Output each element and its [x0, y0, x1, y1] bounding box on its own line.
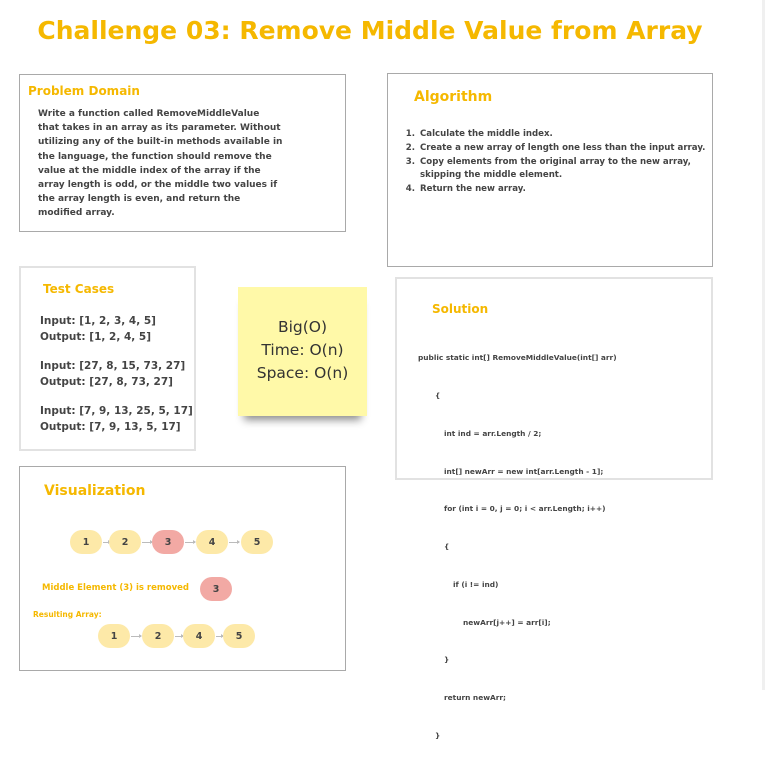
arrow-connector — [229, 540, 240, 544]
algorithm-steps: Calculate the middle index. Create a new… — [406, 128, 718, 197]
code-line: } — [444, 655, 450, 665]
algorithm-step: Copy elements from the original array to… — [418, 156, 718, 184]
array-node: 5 — [241, 530, 273, 554]
solution-heading: Solution — [432, 302, 489, 316]
algorithm-step: Return the new array. — [418, 183, 718, 197]
removed-node: 3 — [200, 577, 232, 601]
array-node: 4 — [196, 530, 228, 554]
algorithm-card: Algorithm Calculate the middle index. Cr… — [387, 73, 713, 267]
visualization-card: Visualization 1 2 3 4 5 Middle Element (… — [19, 466, 346, 671]
problem-line: modified array. — [38, 208, 115, 219]
problem-line: the language, the function should remove… — [38, 151, 272, 162]
code-line: for (int i = 0, j = 0; i < arr.Length; i… — [444, 504, 606, 514]
result-node: 1 — [98, 624, 130, 648]
code-line: { — [444, 542, 450, 552]
visualization-heading: Visualization — [44, 483, 146, 499]
arrow-connector — [131, 634, 142, 638]
test-input: Input: [1, 2, 3, 4, 5] — [40, 315, 156, 327]
problem-line: array length is odd, or the middle two v… — [38, 180, 278, 191]
algorithm-step: Calculate the middle index. — [418, 128, 718, 142]
arrow-connector — [216, 634, 224, 638]
array-node: 2 — [109, 530, 141, 554]
arrow-connector — [142, 540, 153, 544]
test-input: Input: [7, 9, 13, 25, 5, 17] — [40, 405, 193, 417]
code-line: public static int[] RemoveMiddleValue(in… — [418, 353, 617, 363]
arrow-connector — [175, 634, 184, 638]
result-node: 2 — [142, 624, 174, 648]
code-line: int ind = arr.Length / 2; — [444, 428, 542, 438]
solution-card: Solution public static int[] RemoveMiddl… — [395, 277, 713, 740]
arrow-connector — [185, 540, 196, 544]
solution-code: public static int[] RemoveMiddleValue(in… — [418, 327, 617, 768]
test-output: Output: [7, 9, 13, 5, 17] — [40, 420, 181, 433]
problem-domain-heading: Problem Domain — [28, 84, 140, 98]
complexity-sticky-note: Big(O) Time: O(n) Space: O(n) — [238, 287, 367, 416]
problem-line: utilizing any of the built-in methods av… — [38, 137, 283, 148]
problem-line: value at the middle index of the array i… — [38, 165, 261, 176]
big-o-title: Big(O) — [277, 318, 328, 336]
code-line: newArr[j++] = arr[i]; — [463, 617, 551, 627]
result-node: 4 — [183, 624, 215, 648]
code-line: } — [435, 731, 441, 740]
test-cases-card: Test Cases Input: [1, 2, 3, 4, 5] Output… — [19, 266, 196, 451]
array-node-middle: 3 — [152, 530, 184, 554]
test-input: Input: [27, 8, 15, 73, 27] — [40, 360, 186, 372]
time-complexity: Time: O(n) — [261, 341, 344, 359]
problem-domain-card: Problem Domain Write a function called R… — [19, 74, 346, 232]
test-cases-heading: Test Cases — [43, 282, 115, 296]
result-label: Resulting Array: — [33, 610, 102, 619]
test-output: Output: [1, 2, 4, 5] — [40, 330, 152, 343]
test-case: Input: [1, 2, 3, 4, 5] Output: [1, 2, 4,… — [40, 314, 156, 345]
page-title: Challenge 03: Remove Middle Value from A… — [37, 16, 703, 45]
problem-line: Write a function called RemoveMiddleValu… — [38, 109, 260, 119]
array-node: 1 — [70, 530, 102, 554]
algorithm-heading: Algorithm — [414, 89, 493, 105]
result-node: 5 — [223, 624, 255, 648]
code-line: return newArr; — [444, 693, 506, 703]
test-output: Output: [27, 8, 73, 27] — [40, 375, 173, 388]
algorithm-step: Create a new array of length one less th… — [418, 142, 718, 156]
removed-label: Middle Element (3) is removed — [42, 583, 189, 593]
code-line: { — [435, 390, 441, 400]
code-line: if (i != ind) — [453, 579, 499, 589]
problem-line: that takes in an array as its parameter.… — [38, 123, 281, 134]
problem-domain-text: Write a function called RemoveMiddleValu… — [38, 107, 288, 221]
test-case: Input: [7, 9, 13, 25, 5, 17] Output: [7,… — [40, 404, 193, 435]
problem-line: the array length is even, and return the — [38, 194, 241, 205]
space-complexity: Space: O(n) — [256, 364, 349, 382]
code-line: int[] newArr = new int[arr.Length - 1]; — [444, 466, 604, 476]
test-case: Input: [27, 8, 15, 73, 27] Output: [27, … — [40, 359, 185, 390]
